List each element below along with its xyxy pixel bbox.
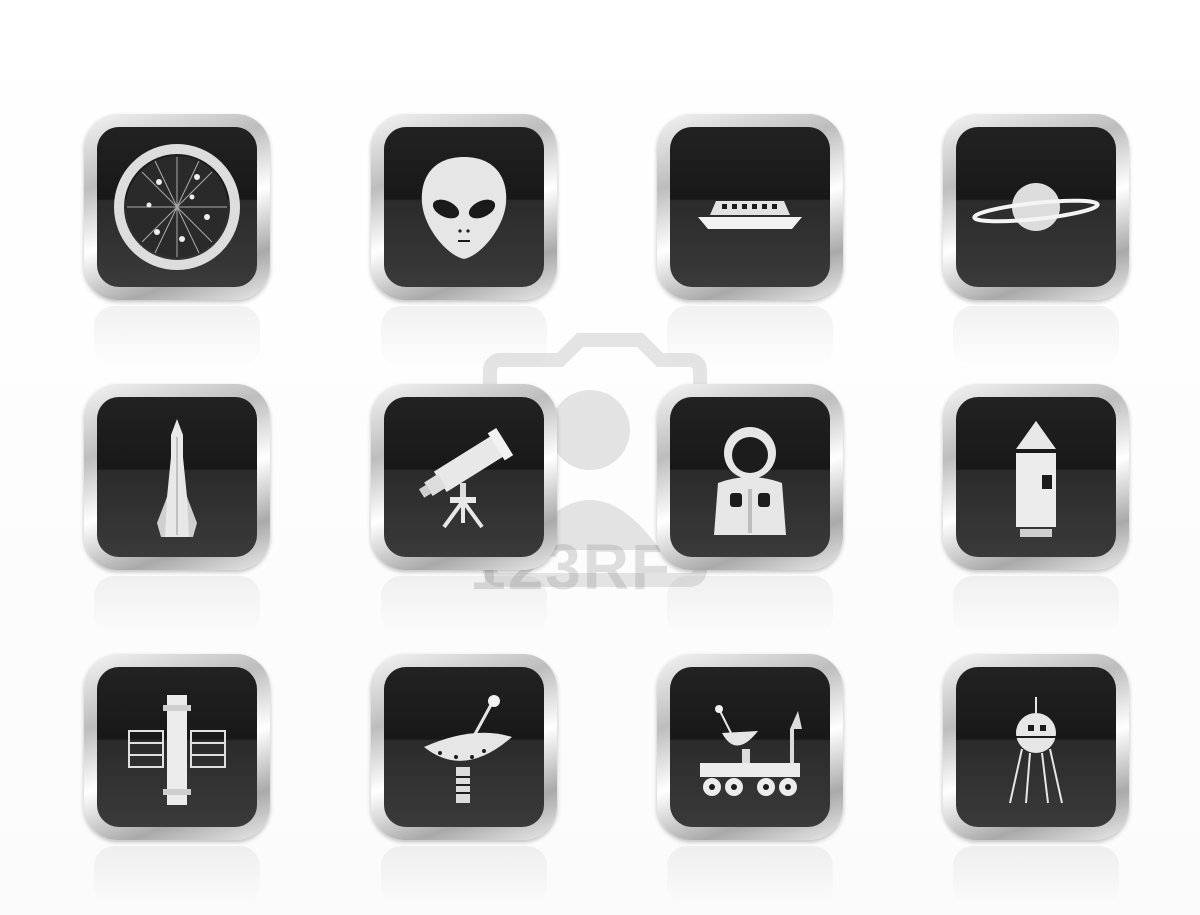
button-reflection xyxy=(94,306,260,366)
button-reflection xyxy=(94,846,260,906)
lunar-rover-icon xyxy=(700,705,802,796)
alien-head-button[interactable] xyxy=(371,114,557,366)
planet-globe-button[interactable] xyxy=(84,114,270,366)
ringed-planet-icon xyxy=(972,183,1100,231)
telescope-icon xyxy=(418,427,514,529)
button-reflection xyxy=(381,576,547,636)
sputnik-lander-button[interactable] xyxy=(943,654,1129,906)
button-reflection xyxy=(381,306,547,366)
rocket-button[interactable] xyxy=(84,384,270,636)
sputnik-lander-icon xyxy=(1009,697,1063,804)
button-reflection xyxy=(953,846,1119,906)
space-capsule-icon xyxy=(1016,421,1056,537)
satellite-dish-icon xyxy=(424,695,512,803)
space-telescope-satellite-button[interactable] xyxy=(84,654,270,906)
telescope-button[interactable] xyxy=(371,384,557,636)
icon-sheet: 123RF xyxy=(0,0,1200,915)
button-reflection xyxy=(953,576,1119,636)
button-reflection xyxy=(953,306,1119,366)
button-reflection xyxy=(667,846,833,906)
button-reflection xyxy=(667,306,833,366)
rocket-icon xyxy=(157,419,197,537)
button-reflection xyxy=(381,846,547,906)
astronaut-suit-button[interactable] xyxy=(657,384,843,636)
flying-saucer-button[interactable] xyxy=(657,114,843,366)
lunar-rover-button[interactable] xyxy=(657,654,843,906)
ringed-planet-button[interactable] xyxy=(943,114,1129,366)
button-reflection xyxy=(667,576,833,636)
alien-head-icon xyxy=(421,157,507,259)
space-telescope-satellite-icon xyxy=(128,695,226,805)
planet-globe-icon xyxy=(114,144,240,270)
astronaut-suit-icon xyxy=(714,427,786,535)
space-capsule-button[interactable] xyxy=(943,384,1129,636)
satellite-dish-button[interactable] xyxy=(371,654,557,906)
button-reflection xyxy=(94,576,260,636)
flying-saucer-icon xyxy=(698,201,802,229)
